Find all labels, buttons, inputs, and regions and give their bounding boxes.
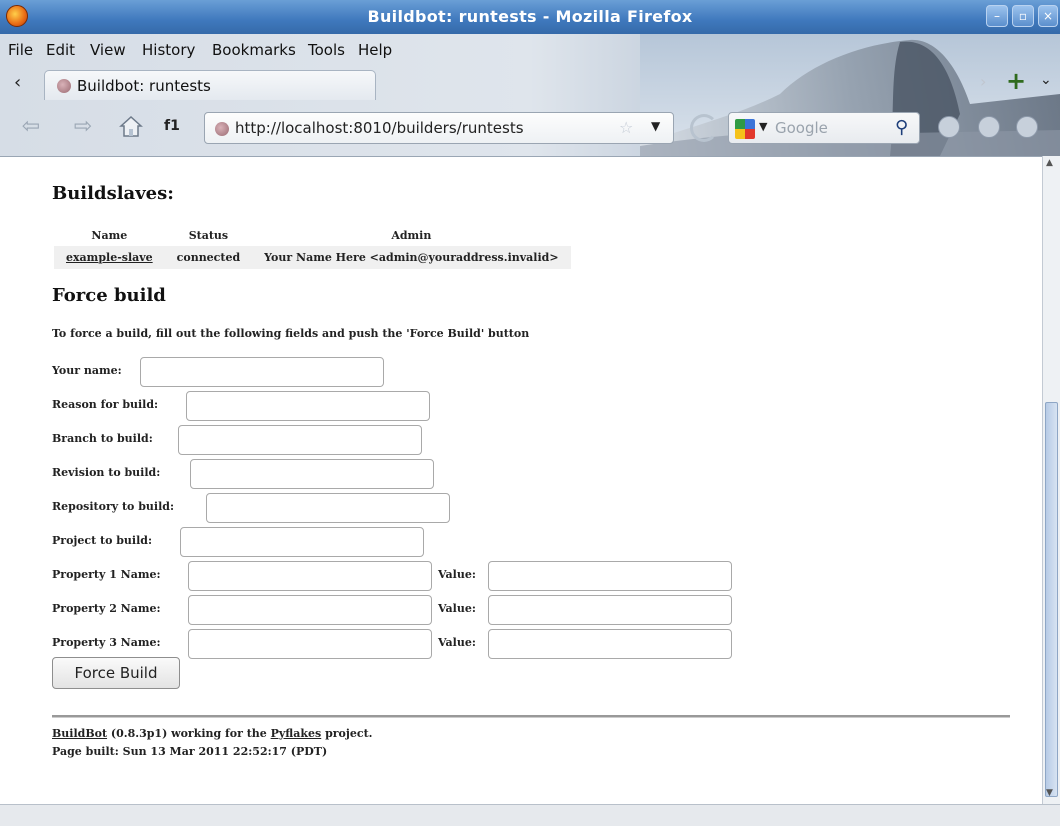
close-icon[interactable]: × xyxy=(1038,5,1058,27)
status-bar xyxy=(0,804,1060,826)
property-2-name-label: Property 2 Name: xyxy=(52,602,161,615)
window-title: Buildbot: runtests - Mozilla Firefox xyxy=(367,7,693,26)
menu-view[interactable]: View xyxy=(90,41,126,59)
column-header-status: Status xyxy=(188,229,229,242)
repository-row: Repository to build: xyxy=(52,493,452,523)
column-header-name: Name xyxy=(91,229,128,242)
property-1-name-field[interactable] xyxy=(188,561,432,591)
bookmark-keyword-button[interactable]: f1 xyxy=(164,118,180,134)
buildslaves-table: Name Status Admin example-slave connecte… xyxy=(54,225,571,269)
tab-label: Buildbot: runtests xyxy=(77,77,211,95)
back-arrow-icon[interactable]: ⇦ xyxy=(16,114,46,142)
footer-project-suffix: project. xyxy=(321,727,373,740)
branch-label: Branch to build: xyxy=(52,432,153,445)
your-name-row: Your name: xyxy=(52,357,392,387)
search-engine-google-icon[interactable] xyxy=(735,119,755,139)
project-row: Project to build: xyxy=(52,527,432,557)
property-2-name-field[interactable] xyxy=(188,595,432,625)
your-name-field[interactable] xyxy=(140,357,384,387)
reason-label: Reason for build: xyxy=(52,398,159,411)
page-built-timestamp: Page built: Sun 13 Mar 2011 22:52:17 (PD… xyxy=(52,745,328,758)
reason-row: Reason for build: xyxy=(52,391,432,421)
addon-icon[interactable] xyxy=(978,116,1000,138)
search-box[interactable]: ▼ Google ⚲ xyxy=(728,112,920,144)
property-1-name-label: Property 1 Name: xyxy=(52,568,161,581)
maximize-icon[interactable]: ▫ xyxy=(1012,5,1034,27)
buildslaves-heading: Buildslaves: xyxy=(52,183,174,204)
site-identity-icon[interactable] xyxy=(215,122,229,136)
menu-edit[interactable]: Edit xyxy=(46,41,75,59)
scroll-down-icon[interactable]: ▼ xyxy=(1046,788,1053,798)
revision-field[interactable] xyxy=(190,459,434,489)
property-3-name-field[interactable] xyxy=(188,629,432,659)
force-build-button[interactable]: Force Build xyxy=(52,657,180,689)
branch-field[interactable] xyxy=(178,425,422,455)
tab-scroll-left-icon[interactable]: ‹ xyxy=(14,72,21,93)
buildbot-link[interactable]: BuildBot xyxy=(52,727,107,740)
slave-status: connected xyxy=(164,246,253,269)
revision-row: Revision to build: xyxy=(52,459,442,489)
search-engine-dropdown-icon[interactable]: ▼ xyxy=(759,120,767,133)
reload-icon[interactable] xyxy=(690,114,718,142)
property-1-row: Property 1 Name: Value: xyxy=(52,561,742,591)
property-3-row: Property 3 Name: Value: xyxy=(52,629,742,659)
property-1-value-field[interactable] xyxy=(488,561,732,591)
force-build-heading: Force build xyxy=(52,285,166,306)
home-icon[interactable] xyxy=(116,114,146,142)
slave-admin: Your Name Here <admin@youraddress.invali… xyxy=(252,246,571,269)
toolbar-overflow-icon[interactable] xyxy=(1016,116,1038,138)
url-history-dropdown-icon[interactable]: ▼ xyxy=(651,119,660,133)
property-2-value-field[interactable] xyxy=(488,595,732,625)
menu-bar: File Edit View History Bookmarks Tools H… xyxy=(0,34,900,66)
page-viewport: Buildslaves: Name Status Admin example-s… xyxy=(0,156,1042,804)
tab-buildbot-runtests[interactable]: Buildbot: runtests xyxy=(44,70,376,100)
menu-history[interactable]: History xyxy=(142,41,195,59)
branch-row: Branch to build: xyxy=(52,425,432,455)
property-2-value-label: Value: xyxy=(438,602,476,615)
property-1-value-label: Value: xyxy=(438,568,476,581)
menu-help[interactable]: Help xyxy=(358,41,392,59)
new-tab-icon[interactable]: + xyxy=(1006,67,1026,95)
sync-icon[interactable] xyxy=(938,116,960,138)
footer-version-text: (0.8.3p1) working for the xyxy=(107,727,271,740)
force-build-instructions: To force a build, fill out the following… xyxy=(52,327,530,340)
project-label: Project to build: xyxy=(52,534,153,547)
search-icon[interactable]: ⚲ xyxy=(895,117,908,138)
repository-label: Repository to build: xyxy=(52,500,175,513)
revision-label: Revision to build: xyxy=(52,466,161,479)
url-text[interactable]: http://localhost:8010/builders/runtests xyxy=(235,119,524,137)
footer-version-line: BuildBot (0.8.3p1) working for the Pyfla… xyxy=(52,727,372,740)
menu-bookmarks[interactable]: Bookmarks xyxy=(212,41,296,59)
window-titlebar: Buildbot: runtests - Mozilla Firefox – ▫… xyxy=(0,0,1060,34)
navigation-toolbar: ⇦ ⇨ f1 http://localhost:8010/builders/ru… xyxy=(0,100,1060,156)
reason-field[interactable] xyxy=(186,391,430,421)
menu-tools[interactable]: Tools xyxy=(308,41,345,59)
property-3-name-label: Property 3 Name: xyxy=(52,636,161,649)
project-link[interactable]: Pyflakes xyxy=(271,727,322,740)
tab-bar: ‹ Buildbot: runtests › + ⌄ xyxy=(0,66,1060,100)
buildbot-favicon-icon xyxy=(57,79,71,93)
bookmark-star-icon[interactable]: ☆ xyxy=(619,118,633,137)
property-3-value-field[interactable] xyxy=(488,629,732,659)
property-2-row: Property 2 Name: Value: xyxy=(52,595,742,625)
your-name-label: Your name: xyxy=(52,364,122,377)
repository-field[interactable] xyxy=(206,493,450,523)
forward-arrow-icon[interactable]: ⇨ xyxy=(68,114,98,142)
vertical-scrollbar[interactable]: ▲ ▼ xyxy=(1042,156,1060,804)
scrollbar-thumb[interactable] xyxy=(1045,402,1058,797)
table-row: example-slave connected Your Name Here <… xyxy=(54,246,571,269)
search-input[interactable]: Google xyxy=(775,119,828,137)
column-header-admin: Admin xyxy=(391,229,432,242)
project-field[interactable] xyxy=(180,527,424,557)
url-bar[interactable]: http://localhost:8010/builders/runtests … xyxy=(204,112,674,144)
minimize-icon[interactable]: – xyxy=(986,5,1008,27)
tab-scroll-right-icon[interactable]: › xyxy=(980,72,986,91)
footer-divider xyxy=(52,715,1010,718)
tab-list-icon[interactable]: ⌄ xyxy=(1040,72,1052,88)
slave-name-link[interactable]: example-slave xyxy=(66,251,153,264)
scroll-up-icon[interactable]: ▲ xyxy=(1046,158,1053,168)
property-3-value-label: Value: xyxy=(438,636,476,649)
menu-file[interactable]: File xyxy=(8,41,33,59)
browser-chrome: File Edit View History Bookmarks Tools H… xyxy=(0,34,1060,156)
